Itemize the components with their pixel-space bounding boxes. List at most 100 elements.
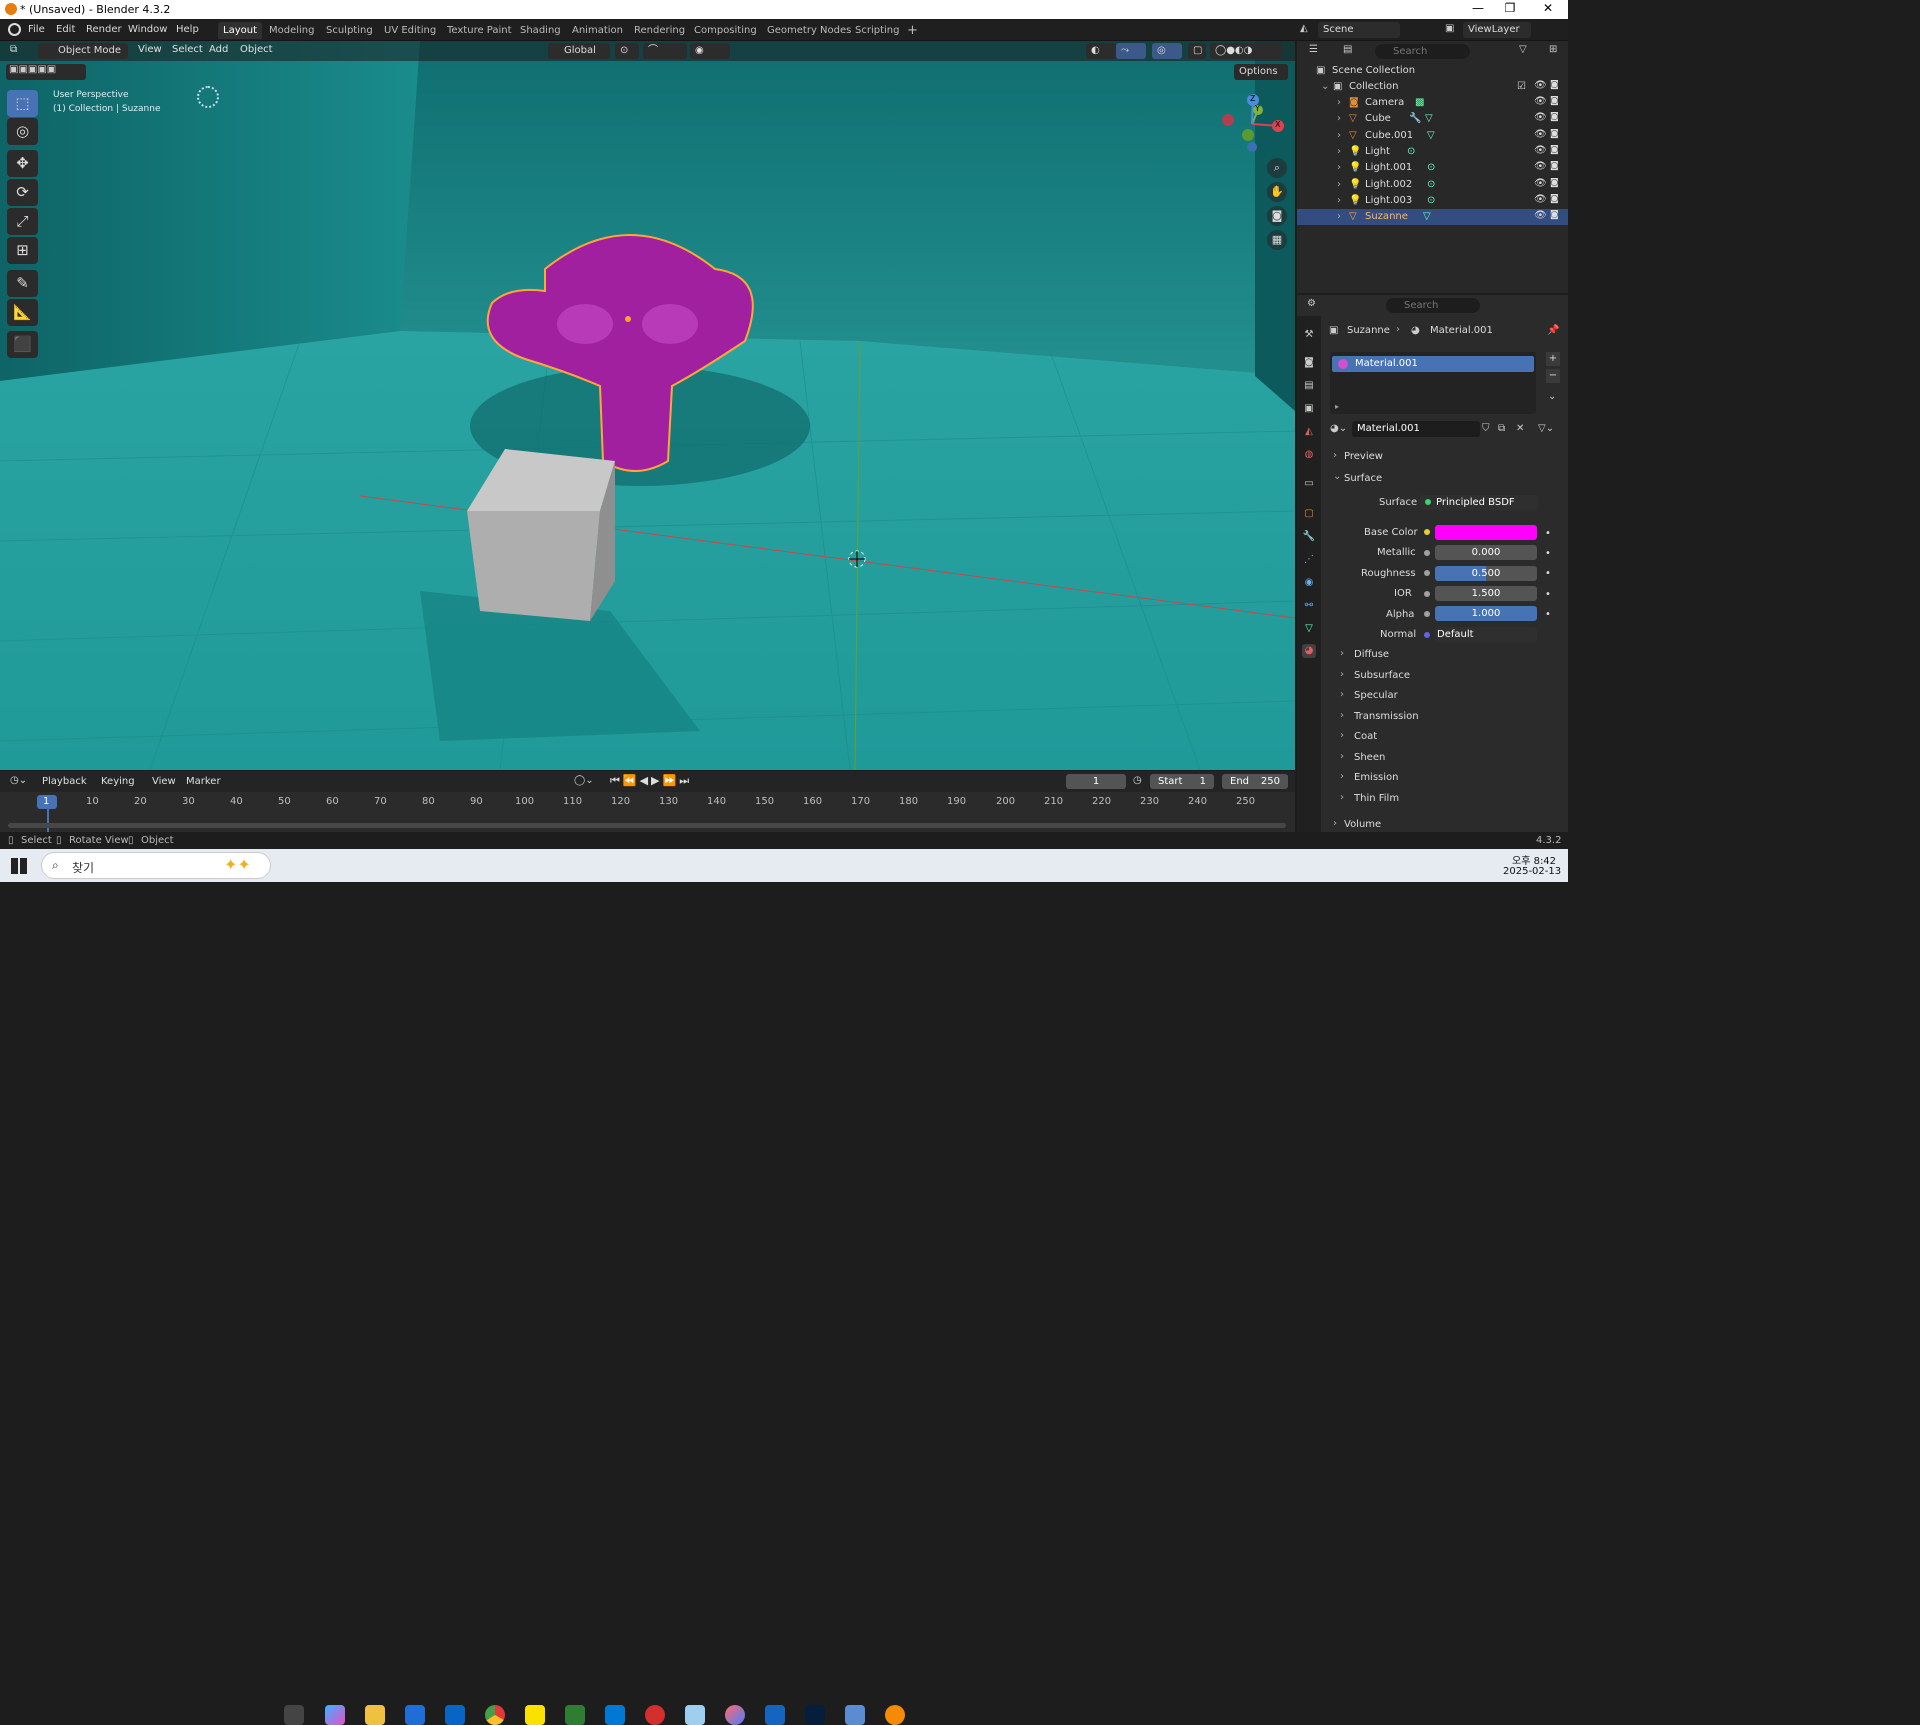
keyframe-dot-icon[interactable]: • bbox=[1545, 548, 1551, 559]
record-icon[interactable] bbox=[645, 1705, 665, 1725]
timeline-menu-view[interactable]: View bbox=[152, 776, 176, 787]
outliner-item-suzanne[interactable]: › ▽ Suzanne ▽ 👁 ◙ bbox=[1297, 209, 1568, 225]
panel-preview[interactable]: › Preview bbox=[1330, 448, 1560, 466]
metallic-slider[interactable]: 0.000 bbox=[1435, 545, 1537, 560]
windows-start-icon[interactable] bbox=[11, 858, 27, 874]
outliner-item-camera[interactable]: › ◙ Camera ▩ 👁 ◙ bbox=[1297, 95, 1568, 111]
auto-keying-icon[interactable]: ◯⌄ bbox=[574, 775, 594, 786]
object-tab-icon[interactable]: ▢ bbox=[1302, 507, 1316, 521]
subpanel-specular[interactable]: › Specular bbox=[1330, 687, 1560, 705]
slot-specials-chevron-icon[interactable]: ⌄ bbox=[1548, 391, 1556, 402]
add-slot-button[interactable]: + bbox=[1546, 352, 1560, 366]
keyframe-dot-icon[interactable]: • bbox=[1545, 589, 1551, 600]
ior-field[interactable]: 1.500 bbox=[1435, 586, 1537, 601]
file-explorer-icon[interactable] bbox=[365, 1705, 385, 1725]
subpanel-coat[interactable]: › Coat bbox=[1330, 728, 1560, 746]
properties-search-input[interactable]: Search bbox=[1386, 298, 1480, 313]
outliner-item-light-001[interactable]: › 💡 Light.001 ⊙ 👁 ◙ bbox=[1297, 160, 1568, 176]
keyframe-dot-icon[interactable]: • bbox=[1545, 609, 1551, 620]
tab-compositing[interactable]: Compositing bbox=[689, 22, 762, 39]
roughness-slider[interactable]: 0.500 bbox=[1435, 566, 1537, 581]
tab-texture-paint[interactable]: Texture Paint bbox=[442, 22, 517, 39]
tool-tab-icon[interactable]: ⚒ bbox=[1302, 328, 1316, 342]
keyframe-dot-icon[interactable]: • bbox=[1545, 528, 1551, 539]
render-camera-icon[interactable]: ◙ bbox=[1550, 80, 1559, 90]
keyframe-dot-icon[interactable]: • bbox=[1545, 568, 1551, 579]
pan-hand-icon[interactable]: ✋ bbox=[1267, 182, 1287, 202]
menu-render[interactable]: Render bbox=[86, 24, 122, 35]
tab-shading[interactable]: Shading bbox=[515, 22, 566, 39]
task-view-icon[interactable] bbox=[284, 1705, 304, 1725]
cube-mesh[interactable] bbox=[467, 449, 615, 621]
eye-icon[interactable]: 👁 bbox=[1534, 210, 1547, 221]
navigation-gizmo[interactable]: X Y Z bbox=[1220, 92, 1290, 154]
chrome-icon[interactable] bbox=[485, 1705, 505, 1725]
outliner-search-input[interactable]: Search bbox=[1375, 44, 1470, 59]
eye-icon[interactable]: 👁 bbox=[1534, 161, 1547, 172]
mode-selector[interactable]: Object Mode bbox=[38, 43, 128, 59]
outlook-icon[interactable] bbox=[445, 1705, 465, 1725]
outliner-editor-icon[interactable]: ☰ bbox=[1309, 44, 1318, 55]
start-frame-field[interactable]: Start 1 bbox=[1150, 774, 1214, 789]
render-camera-icon[interactable]: ◙ bbox=[1550, 161, 1559, 171]
link-data-icon[interactable]: ▽⌄ bbox=[1538, 423, 1554, 434]
eye-icon[interactable]: 👁 bbox=[1534, 178, 1547, 189]
alpha-slider[interactable]: 1.000 bbox=[1435, 606, 1537, 621]
display-mode-icon[interactable]: ▤ bbox=[1343, 44, 1352, 55]
chevron-right-icon[interactable]: › bbox=[1337, 97, 1341, 108]
filter-icon[interactable]: ▽ bbox=[1519, 44, 1527, 55]
scene-tab-icon[interactable]: ◭ bbox=[1302, 425, 1316, 439]
3d-viewport[interactable] bbox=[0, 41, 1295, 770]
kakaotalk-icon[interactable] bbox=[525, 1705, 545, 1725]
view-layer-selector[interactable]: ViewLayer bbox=[1463, 22, 1531, 38]
render-camera-icon[interactable]: ◙ bbox=[1550, 112, 1559, 122]
render-camera-icon[interactable]: ◙ bbox=[1550, 178, 1559, 188]
chevron-down-icon[interactable]: ⌄ bbox=[1321, 81, 1329, 92]
annotate-tool-icon[interactable]: ✎ bbox=[7, 270, 38, 297]
chevron-right-icon[interactable]: › bbox=[1337, 211, 1341, 222]
copilot-icon[interactable] bbox=[325, 1705, 345, 1725]
blender-menu-icon[interactable] bbox=[8, 23, 21, 36]
options-button[interactable]: Options bbox=[1234, 64, 1288, 80]
eye-icon[interactable]: 👁 bbox=[1534, 112, 1547, 123]
menu-edit[interactable]: Edit bbox=[56, 24, 75, 35]
view-layer-tab-icon[interactable]: ▣ bbox=[1302, 402, 1316, 416]
render-camera-icon[interactable]: ◙ bbox=[1550, 194, 1559, 204]
scene-selector[interactable]: Scene bbox=[1318, 22, 1400, 38]
properties-editor-icon[interactable]: ⚙ bbox=[1307, 298, 1316, 309]
panel-surface[interactable]: ⌄ Surface bbox=[1330, 470, 1560, 488]
tab-sculpting[interactable]: Sculpting bbox=[321, 22, 378, 39]
select-box-mode-icons[interactable]: ▣▣▣▣▣ bbox=[6, 64, 86, 80]
timeline-menu-marker[interactable]: Marker bbox=[186, 776, 221, 787]
data-tab-icon[interactable]: ▽ bbox=[1302, 622, 1316, 636]
base-color-swatch[interactable] bbox=[1435, 525, 1537, 540]
outliner-item-light-003[interactable]: › 💡 Light.003 ⊙ 👁 ◙ bbox=[1297, 193, 1568, 209]
close-button[interactable]: ✕ bbox=[1530, 1, 1566, 15]
perspective-grid-icon[interactable]: ▦ bbox=[1267, 230, 1287, 250]
eye-icon[interactable]: 👁 bbox=[1534, 145, 1547, 156]
visibility-icon[interactable]: ◐ bbox=[1086, 43, 1116, 59]
remove-slot-button[interactable]: − bbox=[1546, 369, 1560, 383]
subpanel-diffuse[interactable]: › Diffuse bbox=[1330, 646, 1560, 664]
select-box-tool-icon[interactable]: ⬚ bbox=[7, 90, 38, 117]
browser-icon[interactable] bbox=[725, 1705, 745, 1725]
eye-icon[interactable]: 👁 bbox=[1534, 194, 1547, 205]
shading-modes-icon[interactable]: ◯●◐◑ bbox=[1210, 43, 1282, 59]
scale-tool-icon[interactable]: ⤢ bbox=[7, 208, 38, 235]
world-tab-icon[interactable]: ◍ bbox=[1302, 448, 1316, 462]
outliner-item-scene-collection[interactable]: ▣ Scene Collection bbox=[1297, 63, 1568, 79]
render-tab-icon[interactable]: ◙ bbox=[1302, 356, 1316, 370]
outliner-item-cube[interactable]: › ▽ Cube 🔧 ▽ 👁 ◙ bbox=[1297, 111, 1568, 127]
material-slot-item[interactable]: Material.001 bbox=[1332, 356, 1534, 372]
chevron-right-icon[interactable]: › bbox=[1337, 162, 1341, 173]
material-tab-icon[interactable]: ◕ bbox=[1302, 644, 1316, 658]
app-icon[interactable] bbox=[685, 1705, 705, 1725]
render-camera-icon[interactable]: ◙ bbox=[1550, 210, 1559, 220]
viewport-menu-object[interactable]: Object bbox=[240, 44, 273, 55]
chevron-right-icon[interactable]: › bbox=[1337, 179, 1341, 190]
physics-tab-icon[interactable]: ◉ bbox=[1302, 576, 1316, 590]
vscode-icon[interactable] bbox=[605, 1705, 625, 1725]
chevron-right-icon[interactable]: › bbox=[1337, 130, 1341, 141]
outliner-item-cube-001[interactable]: › ▽ Cube.001 ▽ 👁 ◙ bbox=[1297, 128, 1568, 144]
surface-shader-selector[interactable]: Principled BSDF bbox=[1420, 495, 1538, 510]
